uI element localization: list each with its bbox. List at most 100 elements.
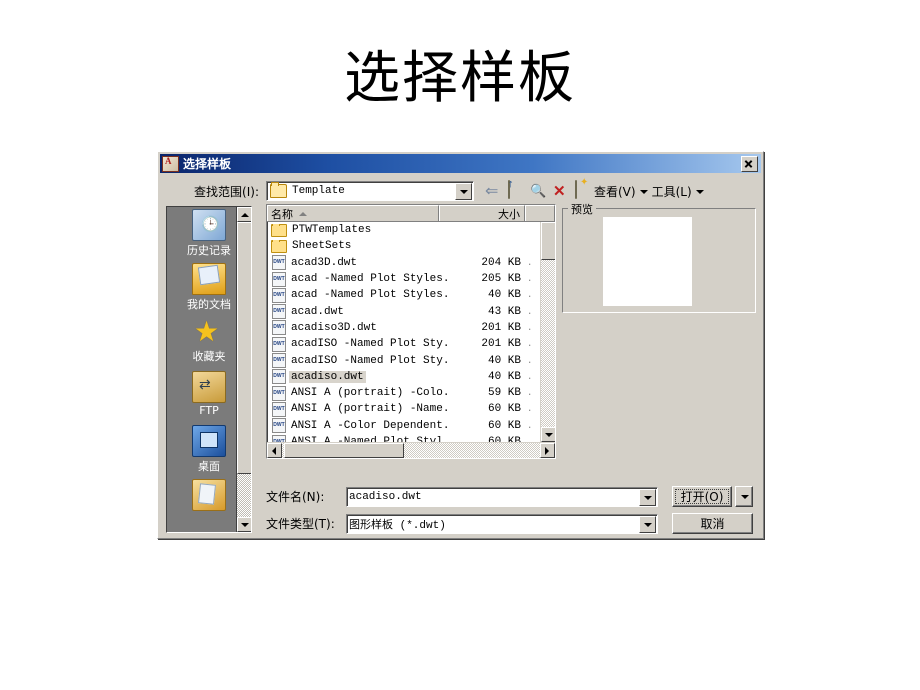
desktop-icon (192, 425, 226, 457)
file-size: 43 KB (487, 305, 521, 318)
file-size: 204 KB (481, 256, 521, 269)
tools-menu-label[interactable]: 工具(L) (651, 183, 693, 200)
dialog-toolbar: 查看(V) 工具(L) (483, 180, 707, 201)
place-label: 历史记录 (187, 244, 231, 257)
scroll-up-icon[interactable] (237, 207, 251, 222)
place-label: FTP (199, 404, 219, 417)
filetype-label: 文件类型(T): (266, 517, 335, 531)
file-name: acadISO -Named Plot Sty... (291, 354, 447, 367)
scroll-down-icon[interactable] (541, 427, 555, 442)
column-header-extra[interactable] (525, 205, 555, 221)
delete-icon[interactable] (549, 181, 571, 201)
open-dropdown-button[interactable] (735, 486, 753, 507)
table-row[interactable]: DWT ANSI A -Color Dependent... 60 KB . (267, 418, 555, 434)
horizontal-scrollbar-thumb[interactable] (284, 443, 404, 458)
vertical-scrollbar-thumb[interactable] (541, 222, 555, 260)
scroll-down-icon[interactable] (237, 517, 251, 532)
row-ellipsis: . (527, 420, 533, 431)
table-row[interactable]: SheetSets (267, 238, 555, 254)
file-name: acad3D.dwt (291, 256, 358, 269)
file-name: acadiso.dwt (289, 370, 366, 383)
dwt-file-icon: DWT (272, 336, 286, 352)
column-header-label: 大小 (498, 207, 520, 221)
places-bar: 历史记录 我的文档 收藏夹 FTP 桌面 (166, 206, 252, 533)
preview-image (603, 217, 692, 306)
chevron-down-icon[interactable] (455, 183, 472, 200)
preview-label: 预览 (568, 201, 596, 217)
file-list-vertical-scrollbar[interactable] (540, 222, 555, 442)
tools-dropdown-icon[interactable] (693, 182, 707, 200)
row-ellipsis: . (527, 322, 533, 333)
table-row[interactable]: DWT acadISO -Named Plot Sty... 201 KB . (267, 336, 555, 352)
table-row[interactable]: DWT acad -Named Plot Styles... 40 KB . (267, 287, 555, 303)
open-button[interactable]: 打开(O) (672, 486, 732, 507)
column-header-label: 名称 (271, 207, 293, 221)
file-name: acad -Named Plot Styles... (291, 273, 447, 286)
place-label: 我的文档 (187, 298, 231, 311)
table-row[interactable]: DWT ANSI A (portrait) -Name... 60 KB . (267, 401, 555, 417)
autocad-icon (162, 155, 179, 172)
table-row[interactable]: DWT acad3D.dwt 204 KB . (267, 255, 555, 271)
folder-icon (271, 223, 287, 237)
up-one-level-icon[interactable] (505, 180, 527, 201)
ftp-icon (192, 371, 226, 403)
table-row[interactable]: DWT ANSI A (portrait) -Colo... 59 KB . (267, 385, 555, 401)
search-web-icon[interactable] (527, 181, 549, 201)
places-scrollbar-thumb[interactable] (237, 222, 251, 474)
dwt-file-icon: DWT (272, 255, 286, 271)
table-row[interactable]: DWT acad.dwt 43 KB . (267, 303, 555, 320)
table-row[interactable]: DWT acad -Named Plot Styles... 205 KB . (267, 271, 555, 287)
back-icon[interactable] (483, 181, 505, 201)
file-size: 40 KB (487, 354, 521, 367)
file-list-header: 名称 大小 (267, 205, 555, 222)
filetype-combobox[interactable]: 图形样板 (*.dwt) (346, 513, 658, 534)
row-ellipsis: . (527, 388, 533, 399)
dwt-file-icon: DWT (272, 304, 286, 320)
file-list-body[interactable]: PTWTemplates SheetSets DWT acad3D.dwt 204… (267, 222, 555, 443)
column-header-size[interactable]: 大小 (439, 205, 525, 221)
table-row[interactable]: PTWTemplates (267, 222, 555, 238)
lookin-label: 查找范围(I): (194, 184, 259, 199)
lookin-value: Template (292, 185, 345, 197)
file-name: SheetSets (292, 240, 352, 253)
file-list-horizontal-scrollbar[interactable] (267, 442, 555, 458)
filename-row: 文件名(N): acadiso.dwt 打开(O) (266, 486, 758, 507)
file-list[interactable]: 名称 大小 PTWTemplates SheetSets DWT acad3D.d… (266, 204, 556, 459)
new-folder-icon[interactable] (571, 180, 593, 201)
dwt-file-icon: DWT (272, 418, 286, 434)
filetype-row: 文件类型(T): 图形样板 (*.dwt) 取消 (266, 513, 758, 534)
dialog-title: 选择样板 (183, 157, 232, 171)
dwt-file-icon: DWT (272, 287, 286, 303)
dwt-file-icon: DWT (272, 353, 286, 369)
places-scrollbar[interactable] (236, 207, 251, 532)
filename-input[interactable]: acadiso.dwt (346, 486, 658, 507)
views-menu-label[interactable]: 查看(V) (593, 183, 637, 200)
chevron-down-icon[interactable] (639, 488, 656, 506)
close-icon[interactable] (741, 155, 758, 172)
folder-icon (271, 239, 287, 253)
table-row[interactable]: DWT acadISO -Named Plot Sty... 40 KB . (267, 352, 555, 369)
file-name: acad -Named Plot Styles... (291, 289, 447, 302)
file-size: 201 KB (481, 321, 521, 334)
file-size: 60 KB (487, 419, 521, 432)
preview-panel: 预览 (562, 201, 756, 313)
cancel-button[interactable]: 取消 (672, 513, 753, 534)
folder-icon (270, 182, 287, 198)
views-dropdown-icon[interactable] (637, 182, 651, 200)
file-size: 59 KB (487, 387, 521, 400)
row-ellipsis: . (527, 306, 533, 317)
row-ellipsis: . (527, 274, 533, 285)
scroll-left-icon[interactable] (267, 443, 282, 458)
table-row[interactable]: DWT acadiso3D.dwt 201 KB . (267, 320, 555, 336)
scroll-right-icon[interactable] (540, 443, 555, 458)
table-row-selected[interactable]: DWT acadiso.dwt 40 KB . (267, 369, 555, 385)
lookin-combobox[interactable]: Template (266, 181, 474, 201)
chevron-down-icon[interactable] (639, 515, 656, 533)
buzzsaw-icon (192, 479, 226, 511)
dwt-file-icon: DWT (272, 320, 286, 336)
row-ellipsis: . (527, 404, 533, 415)
file-name: acad.dwt (291, 305, 344, 318)
column-header-name[interactable]: 名称 (267, 205, 439, 221)
places-scrollbar-track[interactable] (237, 474, 251, 517)
row-ellipsis: . (527, 339, 533, 350)
